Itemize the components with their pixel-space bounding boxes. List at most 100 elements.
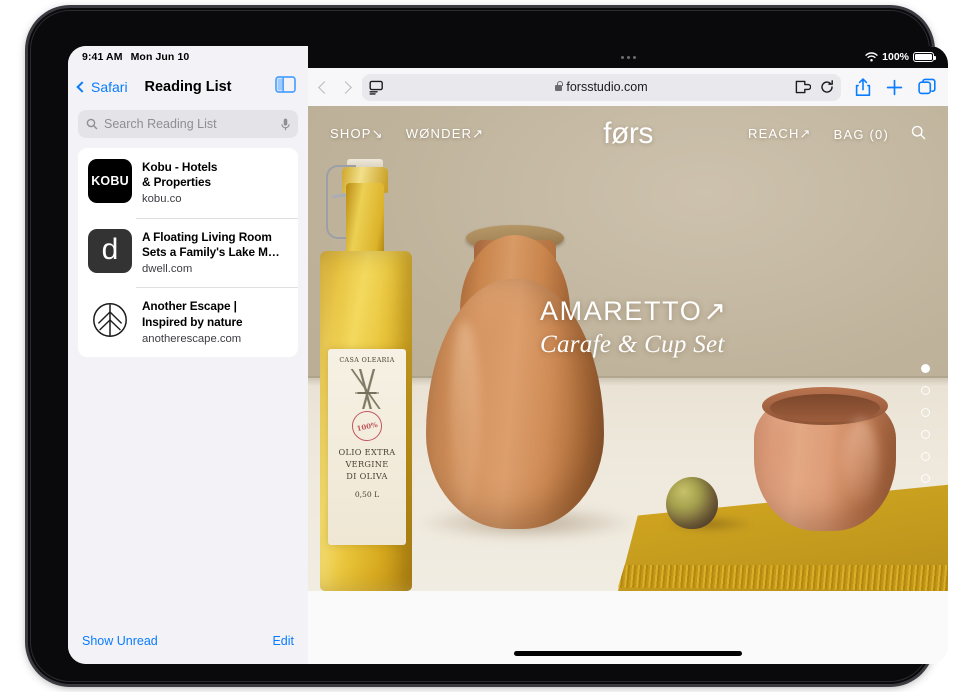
forward-button[interactable]: [339, 80, 352, 94]
favicon-another-escape: [88, 298, 132, 343]
bottle-label-volume: 0,50 L: [354, 489, 380, 499]
nav-link-reach-label: REACH: [748, 126, 800, 141]
home-indicator[interactable]: [514, 651, 742, 656]
carousel-dot[interactable]: [921, 430, 930, 439]
arrow-up-right-icon: ↗: [703, 296, 728, 326]
nav-right-group: REACH↗ BAG (0): [748, 125, 926, 143]
new-tab-button[interactable]: [886, 79, 903, 96]
nav-link-reach[interactable]: REACH↗: [748, 126, 812, 142]
arrow-up-right-icon: ↗: [799, 126, 812, 141]
window-grabber-icon[interactable]: [620, 55, 636, 59]
list-item-text: A Floating Living Room Sets a Family's L…: [142, 229, 288, 277]
chevron-left-icon: [76, 81, 88, 93]
list-item-title: Another Escape | Inspired by nature: [142, 299, 288, 329]
sidebar-toggle-icon[interactable]: [275, 76, 296, 98]
wifi-icon: [865, 52, 878, 62]
search-icon: [86, 118, 98, 130]
nav-link-shop[interactable]: SHOP↘: [330, 126, 384, 142]
screen: 9:41 AM Mon Jun 10 Safari Reading List S…: [68, 46, 948, 664]
back-to-safari-button[interactable]: Safari: [76, 79, 128, 95]
nav-left-group: SHOP↘ WØNDER↗: [330, 126, 484, 142]
hero-title-text: AMARETTO: [540, 296, 703, 326]
status-date: Mon Jun 10: [130, 51, 190, 63]
hero-title[interactable]: AMARETTO ↗: [540, 296, 728, 327]
carousel-dot[interactable]: [921, 386, 930, 395]
search-input[interactable]: [104, 117, 275, 131]
bottle-label-line1: CASA OLEARIA: [339, 357, 395, 364]
list-item-text: Kobu - Hotels & Properties kobu.co: [142, 159, 288, 207]
cloth-fringe: [618, 565, 948, 591]
arrow-up-right-icon: ↗: [472, 126, 485, 141]
address-bar[interactable]: forsstudio.com: [362, 73, 841, 101]
bottle-label: CASA OLEARIA 100% OLIO EXTRA VERGINE DI …: [328, 349, 406, 545]
arrow-down-right-icon: ↘: [371, 126, 384, 141]
favicon-kobu: KOBU: [88, 159, 132, 203]
favicon-dwell: d: [88, 228, 132, 273]
hero-copy: AMARETTO ↗ Carafe & Cup Set: [540, 296, 728, 359]
bottle-neck: [346, 183, 384, 261]
hero-subtitle: Carafe & Cup Set: [540, 331, 725, 358]
nav-link-wonder-label: WØNDER: [405, 126, 473, 141]
battery-icon: [913, 51, 936, 63]
list-item[interactable]: Another Escape | Inspired by nature anot…: [78, 287, 298, 357]
reader-view-icon[interactable]: [369, 80, 384, 95]
status-bar-left: 9:41 AM Mon Jun 10: [68, 46, 308, 68]
tab-overview-button[interactable]: [918, 78, 936, 96]
nav-link-bag[interactable]: BAG (0): [834, 127, 889, 142]
status-time: 9:41 AM: [82, 51, 123, 63]
reload-icon[interactable]: [820, 80, 834, 94]
list-item-title: Kobu - Hotels & Properties: [142, 160, 288, 190]
list-item-title-line1: A Floating Living Room: [142, 229, 272, 244]
browser-pane: 100% forsstudio.com CASA OLEARIA 100% OL…: [308, 46, 948, 664]
plus-icon: [886, 79, 903, 95]
cup-interior: [770, 394, 880, 422]
share-icon: [855, 77, 871, 96]
extension-icon[interactable]: [795, 80, 811, 94]
carousel-dot[interactable]: [921, 474, 930, 483]
back-button-label: Safari: [91, 79, 128, 95]
sidebar-toggle-glyph: [275, 76, 296, 93]
sidebar-footer: Show Unread Edit: [68, 624, 308, 664]
list-item[interactable]: KOBU Kobu - Hotels & Properties kobu.co: [78, 148, 298, 218]
olive-oil-bottle: CASA OLEARIA 100% OLIO EXTRA VERGINE DI …: [314, 159, 418, 591]
carousel-dot[interactable]: [921, 452, 930, 461]
url-text: forsstudio.com: [566, 80, 648, 94]
status-indicators: 100%: [865, 46, 936, 68]
nav-link-bag-label: BAG (0): [833, 126, 889, 142]
carousel-dot[interactable]: [921, 408, 930, 417]
list-item-title-line1: Another Escape |: [142, 299, 237, 314]
nav-link-wonder[interactable]: WØNDER↗: [406, 126, 485, 142]
show-unread-button[interactable]: Show Unread: [82, 634, 158, 648]
share-button[interactable]: [855, 77, 871, 97]
bottle-label-line2c: DI OLIVA: [346, 470, 388, 481]
reading-list: KOBU Kobu - Hotels & Properties kobu.co …: [78, 148, 298, 358]
favicon-dwell-label: d: [101, 232, 119, 266]
browser-toolbar: forsstudio.com: [308, 68, 948, 106]
list-item-title-line2: Sets a Family's Lake M…: [142, 244, 280, 259]
microphone-icon[interactable]: [281, 118, 290, 131]
olive-branch-illustration: [333, 369, 401, 409]
ipad-device-frame: 9:41 AM Mon Jun 10 Safari Reading List S…: [28, 8, 948, 684]
back-button[interactable]: [318, 80, 331, 94]
list-item-title-line2: Inspired by nature: [142, 314, 243, 329]
site-navigation: SHOP↘ WØNDER↗ førs REACH↗ BAG (0): [308, 106, 948, 162]
nav-link-shop-label: SHOP: [330, 126, 372, 141]
site-search-button[interactable]: [911, 125, 926, 143]
reading-list-sidebar: 9:41 AM Mon Jun 10 Safari Reading List S…: [68, 46, 308, 664]
search-field[interactable]: [78, 110, 298, 138]
search-container: [68, 106, 308, 146]
favicon-kobu-label: KOBU: [91, 174, 129, 188]
carafe-highlight: [450, 321, 480, 511]
battery-percent: 100%: [882, 51, 909, 63]
list-item-text: Another Escape | Inspired by nature anot…: [142, 298, 288, 346]
cup-highlight: [844, 419, 878, 505]
terracotta-carafe: [426, 224, 604, 529]
list-item[interactable]: d A Floating Living Room Sets a Family's…: [78, 217, 298, 288]
edit-button[interactable]: Edit: [272, 634, 294, 648]
carousel-dot[interactable]: [921, 364, 930, 373]
toolbar-actions: [849, 77, 936, 97]
address-bar-actions: [795, 80, 834, 94]
navigation-arrows: [318, 80, 354, 94]
site-logo-text[interactable]: førs: [603, 117, 653, 150]
url-display: forsstudio.com: [362, 80, 841, 94]
